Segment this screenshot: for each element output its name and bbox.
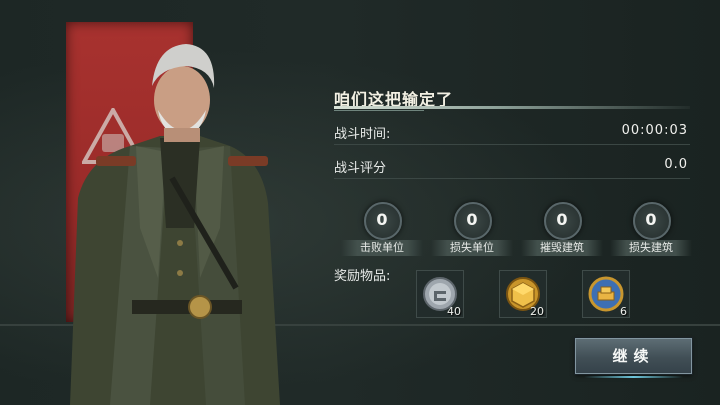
commander-portrait <box>70 44 280 405</box>
continue-button[interactable]: 继续 <box>575 338 692 378</box>
reward-count: 40 <box>447 305 461 318</box>
rewards-label: 奖励物品: <box>334 269 391 284</box>
reward-item-gold[interactable]: 20 <box>499 270 547 318</box>
reward-count: 20 <box>530 305 544 318</box>
battle-time-value: 00:00:03 <box>621 123 688 138</box>
counter-label: 摧毁建筑 <box>521 240 603 256</box>
counter-value: 0 <box>645 210 657 229</box>
battle-time-label: 战斗时间: <box>334 127 391 142</box>
reward-count: 6 <box>620 305 627 318</box>
counter-value: 0 <box>466 210 478 229</box>
counter-buildings-lost: 0 损失建筑 <box>610 202 692 264</box>
counter-label: 击败单位 <box>341 240 423 256</box>
counter-units-defeated: 0 击败单位 <box>341 202 423 264</box>
counter-value: 0 <box>376 210 388 229</box>
title-underline <box>334 106 690 109</box>
battle-score-value: 0.0 <box>664 157 688 172</box>
battle-score-row: 战斗评分 0.0 <box>334 154 690 179</box>
battle-score-label: 战斗评分 <box>334 161 387 176</box>
counter-label: 损失单位 <box>431 240 513 256</box>
counter-buildings-destroyed: 0 摧毁建筑 <box>521 202 603 264</box>
reward-item-silver[interactable]: 40 <box>416 270 464 318</box>
counter-value: 0 <box>556 210 568 229</box>
title-underline-accent <box>334 110 424 111</box>
battle-time-row: 战斗时间: 00:00:03 <box>334 120 690 145</box>
counter-units-lost: 0 损失单位 <box>431 202 513 264</box>
counter-label: 损失建筑 <box>610 240 692 256</box>
reward-item-badge[interactable]: 6 <box>582 270 630 318</box>
